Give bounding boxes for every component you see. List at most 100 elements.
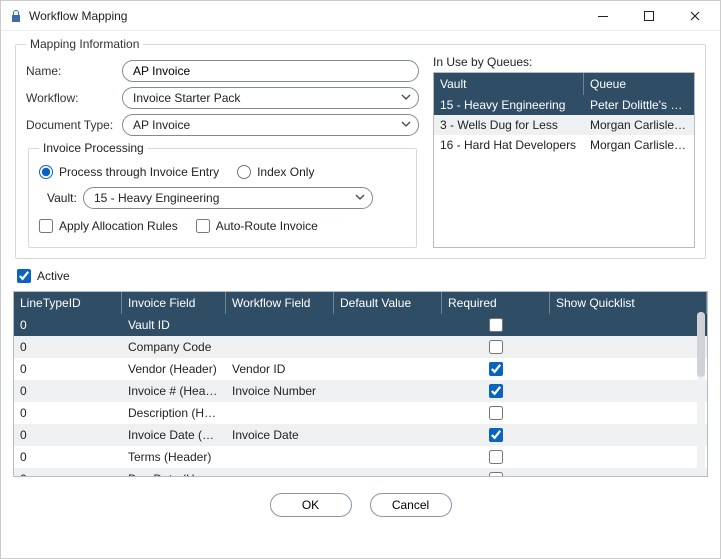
radio-process-entry-input[interactable]: [39, 165, 53, 179]
queue-cell-vault: 16 - Hard Hat Developers: [434, 135, 584, 155]
title-bar: Workflow Mapping: [1, 1, 720, 31]
queue-cell-queue: Morgan Carlisle's Queue: [584, 135, 694, 155]
cell-linetypeid: 0: [14, 360, 122, 378]
invoice-processing-legend: Invoice Processing: [39, 141, 148, 155]
ok-button[interactable]: OK: [270, 493, 352, 517]
checkbox-active-label: Active: [37, 269, 70, 283]
radio-process-entry[interactable]: Process through Invoice Entry: [39, 165, 219, 179]
checkbox-active-input[interactable]: [17, 269, 31, 283]
cell-workflowfield: Invoice Date: [226, 426, 334, 444]
radio-index-only-label: Index Only: [257, 165, 314, 179]
grid-row[interactable]: 0Invoice Date (He...Invoice Date: [14, 424, 707, 446]
checkbox-auto-route[interactable]: Auto-Route Invoice: [196, 219, 318, 233]
cell-required: [442, 382, 550, 400]
grid-header-linetypeid[interactable]: LineTypeID: [14, 292, 122, 314]
cell-showquicklist: [550, 433, 707, 437]
name-input[interactable]: [122, 60, 419, 82]
in-use-label: In Use by Queues:: [433, 55, 695, 69]
cell-invoicefield: Vendor (Header): [122, 360, 226, 378]
checkbox-apply-allocation-label: Apply Allocation Rules: [59, 219, 178, 233]
grid-row[interactable]: 0Terms (Header): [14, 446, 707, 468]
grid-header-workflowfield[interactable]: Workflow Field: [226, 292, 334, 314]
cell-workflowfield: Vendor ID: [226, 360, 334, 378]
grid-header-defaultvalue[interactable]: Default Value: [334, 292, 442, 314]
cell-required: [442, 404, 550, 422]
queues-header-queue[interactable]: Queue: [584, 73, 694, 95]
grid-header-required[interactable]: Required: [442, 292, 550, 314]
cell-linetypeid: 0: [14, 426, 122, 444]
cell-linetypeid: 0: [14, 316, 122, 334]
doctype-select[interactable]: AP Invoice: [122, 114, 419, 136]
required-checkbox[interactable]: [489, 472, 503, 477]
required-checkbox[interactable]: [489, 406, 503, 420]
checkbox-apply-allocation[interactable]: Apply Allocation Rules: [39, 219, 178, 233]
cell-required: [442, 360, 550, 378]
radio-index-only-input[interactable]: [237, 165, 251, 179]
queue-cell-queue: Morgan Carlisle's Queue: [584, 115, 694, 135]
queue-cell-queue: Peter Dolittle's Queue: [584, 95, 694, 115]
cell-required: [442, 426, 550, 444]
checkbox-auto-route-input[interactable]: [196, 219, 210, 233]
queues-table: Vault Queue 15 - Heavy EngineeringPeter …: [433, 72, 695, 248]
required-checkbox[interactable]: [489, 318, 503, 332]
grid-row[interactable]: 0Vendor (Header)Vendor ID: [14, 358, 707, 380]
cell-workflowfield: [226, 345, 334, 349]
grid-row[interactable]: 0Description (Hea...: [14, 402, 707, 424]
cell-invoicefield: Terms (Header): [122, 448, 226, 466]
mapping-legend: Mapping Information: [26, 37, 143, 51]
cell-workflowfield: [226, 323, 334, 327]
cell-invoicefield: Description (Hea...: [122, 404, 226, 422]
minimize-button[interactable]: [580, 2, 626, 30]
grid-header-showquicklist[interactable]: Show Quicklist: [550, 292, 707, 314]
cancel-button[interactable]: Cancel: [370, 493, 452, 517]
queue-row[interactable]: 15 - Heavy EngineeringPeter Dolittle's Q…: [434, 95, 694, 115]
required-checkbox[interactable]: [489, 428, 503, 442]
name-label: Name:: [26, 64, 122, 78]
queue-cell-vault: 3 - Wells Dug for Less: [434, 115, 584, 135]
fields-grid-vscrollbar[interactable]: [697, 312, 705, 474]
queue-row[interactable]: 16 - Hard Hat DevelopersMorgan Carlisle'…: [434, 135, 694, 155]
workflow-select[interactable]: Invoice Starter Pack: [122, 87, 419, 109]
cell-required: [442, 316, 550, 334]
window-title: Workflow Mapping: [29, 9, 580, 23]
queues-header: Vault Queue: [434, 73, 694, 95]
cell-defaultvalue: [334, 367, 442, 371]
queue-cell-vault: 15 - Heavy Engineering: [434, 95, 584, 115]
vault-select[interactable]: 15 - Heavy Engineering: [83, 187, 373, 209]
grid-row[interactable]: 0Vault ID: [14, 314, 707, 336]
cell-workflowfield: [226, 455, 334, 459]
scrollbar-thumb[interactable]: [440, 247, 626, 248]
checkbox-apply-allocation-input[interactable]: [39, 219, 53, 233]
grid-row[interactable]: 0Invoice # (Header)Invoice Number: [14, 380, 707, 402]
grid-row[interactable]: 0Due Date (Header): [14, 468, 707, 477]
checkbox-auto-route-label: Auto-Route Invoice: [216, 219, 318, 233]
required-checkbox[interactable]: [489, 450, 503, 464]
grid-row[interactable]: 0Company Code: [14, 336, 707, 358]
radio-index-only[interactable]: Index Only: [237, 165, 314, 179]
grid-header-invoicefield[interactable]: Invoice Field: [122, 292, 226, 314]
required-checkbox[interactable]: [489, 362, 503, 376]
queues-header-vault[interactable]: Vault: [434, 73, 584, 95]
doctype-label: Document Type:: [26, 118, 122, 132]
lock-icon: [9, 9, 23, 23]
required-checkbox[interactable]: [489, 384, 503, 398]
close-button[interactable]: [672, 2, 718, 30]
fields-grid: LineTypeID Invoice Field Workflow Field …: [13, 291, 708, 477]
maximize-button[interactable]: [626, 2, 672, 30]
cell-showquicklist: [550, 345, 707, 349]
cell-defaultvalue: [334, 345, 442, 349]
cell-required: [442, 470, 550, 477]
cell-linetypeid: 0: [14, 382, 122, 400]
queues-hscrollbar[interactable]: [440, 247, 688, 248]
scrollbar-thumb[interactable]: [697, 312, 705, 377]
cell-linetypeid: 0: [14, 470, 122, 477]
vault-label: Vault:: [39, 191, 75, 205]
queue-row[interactable]: 3 - Wells Dug for LessMorgan Carlisle's …: [434, 115, 694, 135]
cell-showquicklist: [550, 323, 707, 327]
required-checkbox[interactable]: [489, 340, 503, 354]
fields-grid-header: LineTypeID Invoice Field Workflow Field …: [14, 292, 707, 314]
cell-showquicklist: [550, 389, 707, 393]
checkbox-active[interactable]: Active: [17, 269, 70, 283]
workflow-label: Workflow:: [26, 91, 122, 105]
cell-invoicefield: Invoice Date (He...: [122, 426, 226, 444]
